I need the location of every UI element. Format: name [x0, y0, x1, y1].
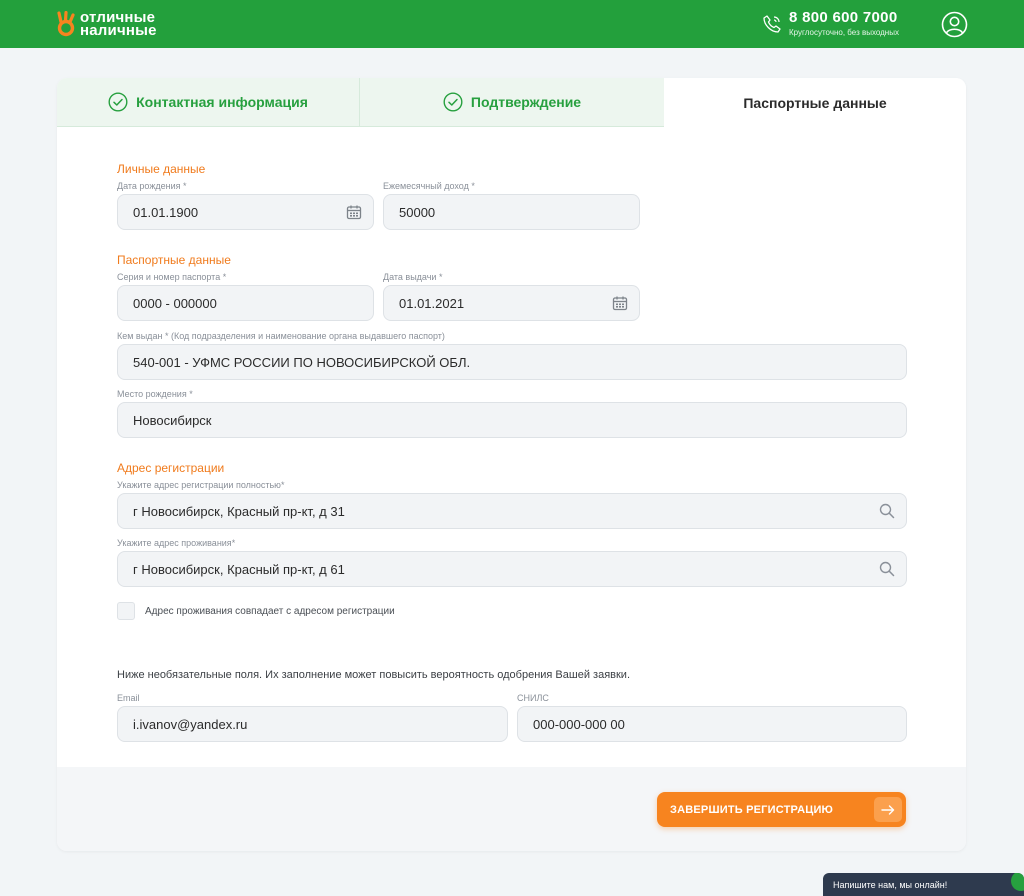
registration-card: Контактная информация Подтверждение Пасп…	[57, 78, 966, 851]
section-title-personal: Личные данные	[117, 162, 206, 176]
logo[interactable]: отличные наличные	[56, 10, 157, 38]
income-value: 50000	[399, 204, 436, 220]
chat-label: Напишите нам, мы онлайн!	[833, 879, 948, 890]
issue-date-label: Дата выдачи *	[383, 272, 443, 282]
issue-date-field[interactable]: 01.01.2021	[383, 285, 640, 321]
issued-by-label: Кем выдан * (Код подразделения и наимено…	[117, 331, 445, 341]
issue-date-value: 01.01.2021	[399, 295, 465, 311]
finish-registration-button[interactable]: ЗАВЕРШИТЬ РЕГИСТРАЦИЮ	[657, 792, 906, 827]
arrow-right-icon	[881, 804, 895, 815]
birth-date-field[interactable]: 01.01.1900	[117, 194, 374, 230]
email-value: i.ivanov@yandex.ru	[133, 716, 248, 732]
tab-passport-data[interactable]: Паспортные данные	[664, 78, 966, 127]
section-title-address: Адрес регистрации	[117, 461, 225, 475]
issued-by-field[interactable]: 540-001 - УФМС РОССИИ ПО НОВОСИБИРСКОЙ О…	[117, 344, 907, 380]
income-label: Ежемесячный доход *	[383, 181, 475, 191]
passport-number-field[interactable]: 0000 - 000000	[117, 285, 374, 321]
calendar-icon[interactable]	[612, 295, 628, 311]
tab-label: Контактная информация	[136, 94, 308, 110]
live-address-value: г Новосибирск, Красный пр-кт, д 61	[133, 561, 345, 577]
check-circle-icon	[443, 92, 463, 112]
issued-by-value: 540-001 - УФМС РОССИИ ПО НОВОСИБИРСКОЙ О…	[133, 354, 471, 370]
same-address-checkbox[interactable]	[117, 602, 135, 620]
logo-hand-icon	[57, 11, 75, 37]
step-tabs: Контактная информация Подтверждение Пасп…	[57, 78, 966, 127]
reg-address-value: г Новосибирск, Красный пр-кт, д 31	[133, 503, 345, 519]
finish-registration-label: ЗАВЕРШИТЬ РЕГИСТРАЦИЮ	[670, 803, 834, 816]
reg-address-label: Укажите адрес регистрации полностью*	[117, 480, 285, 490]
passport-number-label: Серия и номер паспорта *	[117, 272, 227, 282]
snils-field[interactable]: 000-000-000 00	[517, 706, 907, 742]
passport-number-value: 0000 - 000000	[133, 295, 217, 311]
birthplace-field[interactable]: Новосибирск	[117, 402, 907, 438]
phone-number[interactable]: 8 800 600 7000	[789, 9, 899, 26]
section-title-passport: Паспортные данные	[117, 253, 231, 267]
chat-status-dot	[1011, 873, 1024, 891]
birth-date-label: Дата рождения *	[117, 181, 187, 191]
phone-note: Круглосуточно, без выходных	[789, 28, 899, 37]
user-account-icon[interactable]	[941, 11, 968, 38]
snils-value: 000-000-000 00	[533, 716, 625, 732]
birth-date-value: 01.01.1900	[133, 204, 199, 220]
snils-label: СНИЛС	[517, 693, 549, 703]
phone-icon	[763, 15, 781, 33]
live-address-field[interactable]: г Новосибирск, Красный пр-кт, д 61	[117, 551, 907, 587]
search-icon[interactable]	[879, 561, 895, 577]
tab-contact-info[interactable]: Контактная информация	[57, 78, 359, 127]
calendar-icon[interactable]	[346, 204, 362, 220]
search-icon[interactable]	[879, 503, 895, 519]
tab-label: Подтверждение	[470, 94, 582, 110]
logo-line-2: наличные	[80, 22, 157, 39]
tab-confirmation[interactable]: Подтверждение	[359, 78, 664, 127]
email-field[interactable]: i.ivanov@yandex.ru	[117, 706, 508, 742]
optional-fields-note: Ниже необязательные поля. Их заполнение …	[117, 669, 631, 681]
birthplace-value: Новосибирск	[133, 412, 212, 428]
check-circle-icon	[108, 92, 128, 112]
same-address-label: Адрес проживания совпадает с адресом рег…	[145, 605, 395, 617]
live-address-label: Укажите адрес проживания*	[117, 538, 236, 548]
top-bar: отличные наличные 8 800 600 7000 Круглос…	[0, 0, 1024, 48]
tab-label: Паспортные данные	[743, 94, 887, 111]
same-address-row[interactable]: Адрес проживания совпадает с адресом рег…	[117, 602, 395, 620]
monthly-income-field[interactable]: 50000	[383, 194, 640, 230]
online-chat-widget[interactable]: Напишите нам, мы онлайн!	[823, 873, 1024, 896]
birthplace-label: Место рождения *	[117, 389, 193, 399]
phone-block[interactable]: 8 800 600 7000 Круглосуточно, без выходн…	[762, 9, 899, 37]
reg-address-field[interactable]: г Новосибирск, Красный пр-кт, д 31	[117, 493, 907, 529]
email-label: Email	[117, 693, 140, 703]
